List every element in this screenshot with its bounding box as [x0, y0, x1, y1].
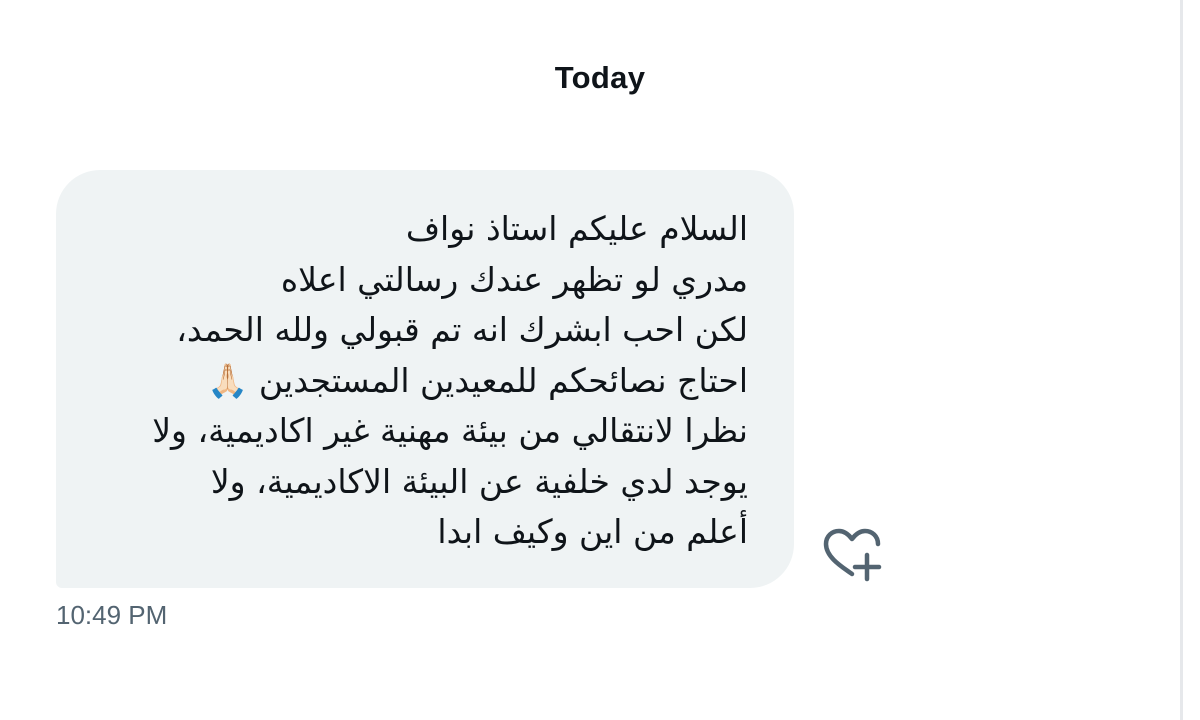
- heart-plus-icon: [823, 528, 882, 582]
- message-timestamp: 10:49 PM: [56, 600, 168, 630]
- right-gutter: [1183, 0, 1200, 720]
- message-text: السلام عليكم استاذ نواف مدري لو تظهر عند…: [152, 209, 748, 551]
- date-separator: Today: [554, 60, 646, 95]
- message-bubble[interactable]: السلام عليكم استاذ نواف مدري لو تظهر عند…: [56, 170, 794, 588]
- add-reaction-button[interactable]: [822, 528, 882, 584]
